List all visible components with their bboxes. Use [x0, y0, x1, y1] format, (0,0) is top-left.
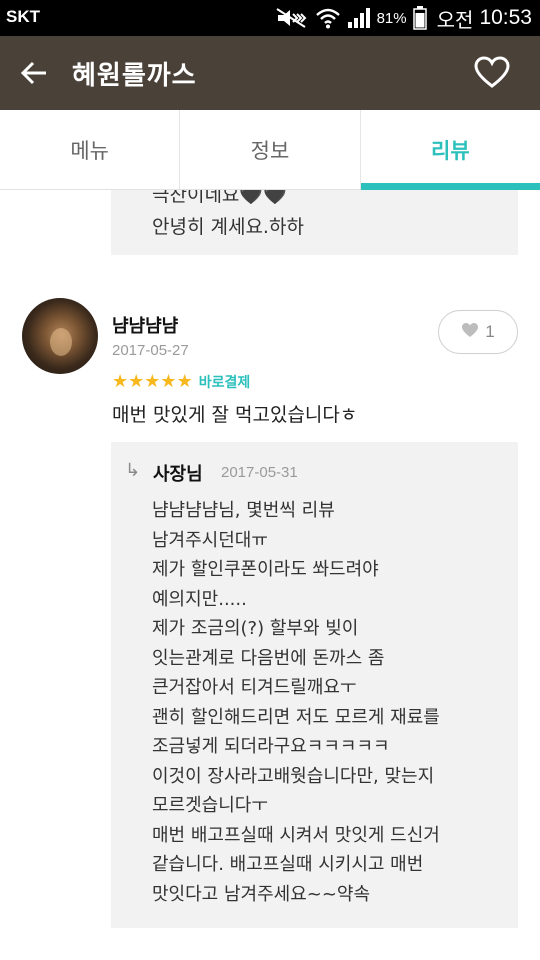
status-icons: 81% 오전 10:53 — [275, 4, 532, 32]
review-username: 냠냠냠냠 — [112, 316, 179, 337]
tab-info[interactable]: 정보 — [179, 110, 359, 189]
page-title: 혜원롤까스 — [72, 61, 197, 91]
like-button[interactable]: 1 — [438, 310, 518, 354]
wifi-icon — [315, 7, 341, 29]
carrier-label: SKT — [6, 7, 40, 26]
reply-author: 사장님 — [153, 464, 203, 485]
star-icon: ★ — [176, 371, 193, 392]
battery-icon — [412, 6, 427, 30]
reply-line: 맛잇다고 남겨주세요~~약속 — [152, 883, 371, 905]
reply-line: 매번 배고프실때 시켜서 맛잇게 드신거 — [152, 824, 440, 846]
star-icon: ★ — [144, 371, 161, 392]
star-icon: ★ — [160, 371, 177, 392]
tab-reviews[interactable]: 리뷰 — [359, 110, 540, 190]
reply-line: 예의지만..... — [152, 588, 247, 610]
mute-icon — [275, 7, 309, 29]
review-date: 2017-05-27 — [112, 342, 189, 359]
reply-line: 제가 조금의(?) 할부와 빚이 — [152, 618, 359, 639]
reply-line: 냠냠냠냠님, 몇번씩 리뷰 — [152, 500, 335, 521]
reply-line: 이것이 장사라고배웟습니다만, 맞는지 — [152, 765, 435, 787]
reply-line: 같습니다. 배고프실때 시키시고 매번 — [152, 854, 424, 875]
reply-line: 괜히 할인해드리면 저도 모르게 재료를 — [152, 706, 440, 728]
signal-icon — [347, 7, 371, 29]
review-text: 매번 맛있게 잘 먹고있습니다ㅎ — [112, 404, 358, 426]
reply-line: 큰거잡아서 티겨드릴깨요ㅜ — [152, 677, 357, 698]
reply-arrow-icon: ↳ — [125, 460, 141, 481]
payment-badge: 바로결제 — [198, 375, 251, 391]
clock-time: 10:53 — [479, 6, 532, 29]
heart-filled-icon — [461, 322, 479, 342]
clock-ampm: 오전 — [436, 7, 474, 32]
review-list[interactable]: 극찬이네요🖤🖤 안녕히 계세요.하하 냠냠냠냠 2017-05-27 1 ★ ★… — [0, 190, 540, 960]
previous-reply-line: 안녕히 계세요.하하 — [152, 216, 304, 238]
reply-line: 모르겟습니다ㅜ — [152, 795, 268, 816]
reply-line: 제가 할인쿠폰이라도 쏴드려야 — [152, 559, 379, 580]
reply-text: 냠냠냠냠님, 몇번씩 리뷰 남겨주시던대ㅠ 제가 할인쿠폰이라도 쏴드려야 예의… — [152, 496, 512, 909]
previous-owner-reply: 극찬이네요🖤🖤 안녕히 계세요.하하 — [111, 190, 518, 255]
owner-reply: ↳ 사장님 2017-05-31 냠냠냠냠님, 몇번씩 리뷰 남겨주시던대ㅠ 제… — [111, 442, 518, 928]
app-bar: 혜원롤까스 — [0, 36, 540, 110]
like-count: 1 — [485, 322, 495, 341]
avatar[interactable] — [22, 298, 98, 374]
star-icon: ★ — [128, 371, 145, 392]
reply-line: 잇는관계로 다음번에 돈까스 좀 — [152, 647, 385, 669]
status-bar: SKT 81% 오전 10:53 — [0, 0, 540, 36]
battery-percent: 81% — [376, 9, 407, 27]
tab-menu[interactable]: 메뉴 — [0, 110, 179, 189]
tab-bar: 메뉴 정보 리뷰 — [0, 110, 540, 190]
star-rating: ★ ★ ★ ★ ★ 바로결제 — [112, 372, 250, 392]
previous-reply-line: 극찬이네요🖤🖤 — [152, 190, 287, 206]
reply-date: 2017-05-31 — [221, 464, 298, 481]
reply-line: 남겨주시던대ㅠ — [152, 529, 268, 551]
reply-line: 조금넣게 되더라구요ㅋㅋㅋㅋㅋ — [152, 736, 390, 757]
heart-outline-icon[interactable] — [474, 56, 510, 90]
arrow-left-icon[interactable] — [18, 56, 52, 90]
star-icon: ★ — [112, 371, 129, 392]
